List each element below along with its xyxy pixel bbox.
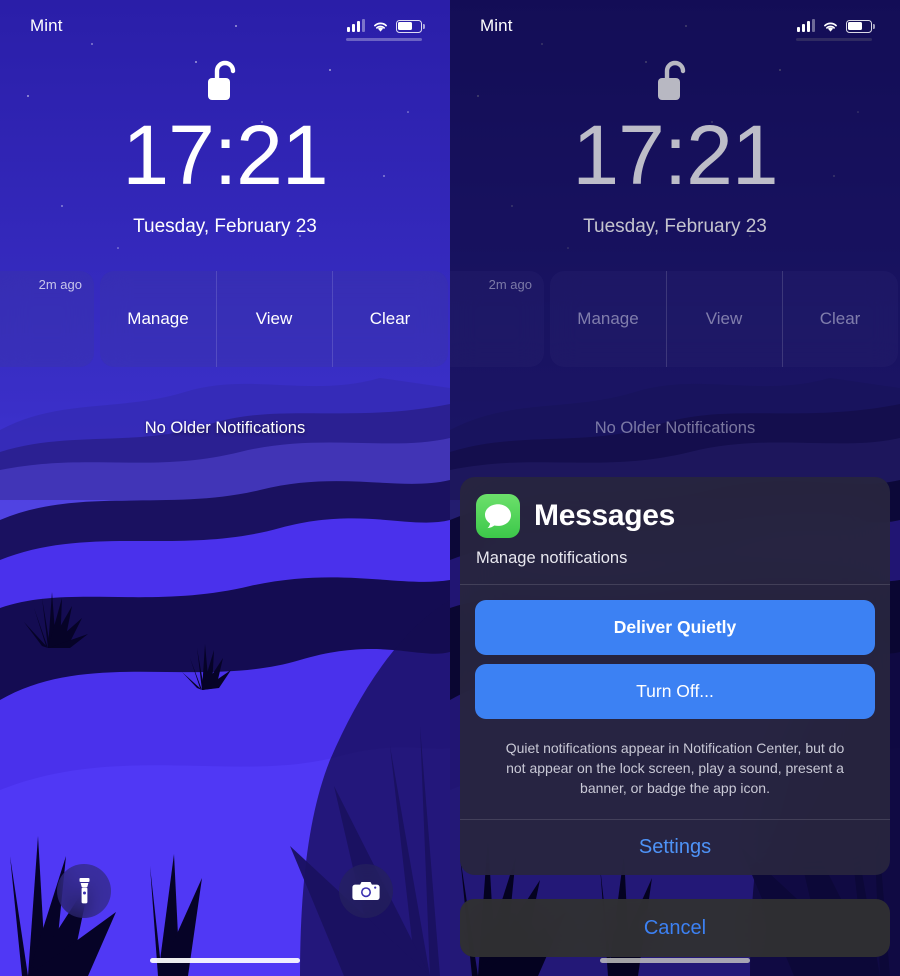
- cellular-signal-icon: [347, 19, 365, 32]
- unlocked-padlock-icon: [0, 58, 450, 106]
- clear-button[interactable]: Clear: [782, 271, 898, 367]
- view-button[interactable]: View: [216, 271, 332, 367]
- lock-screen-clock: 17:21: [122, 108, 328, 202]
- sheet-app-name: Messages: [534, 499, 676, 532]
- battery-icon: [846, 19, 875, 33]
- camera-icon: [352, 882, 380, 900]
- sheet-header: Messages Manage notifications: [460, 477, 890, 584]
- notification-card[interactable]: 2m ago: [450, 271, 544, 367]
- camera-button[interactable]: [339, 864, 393, 918]
- carrier-label: Mint: [480, 16, 513, 35]
- flashlight-button[interactable]: [57, 864, 111, 918]
- notification-actions-row: 2m ago Manage View Clear: [0, 271, 450, 367]
- battery-icon: [396, 19, 425, 33]
- manage-notifications-sheet: Messages Manage notifications Deliver Qu…: [460, 477, 890, 875]
- lock-screen-date: Tuesday, February 23: [133, 216, 317, 237]
- notification-action-buttons: Manage View Clear: [100, 271, 448, 367]
- home-indicator[interactable]: [150, 958, 300, 963]
- cellular-signal-icon: [797, 19, 815, 32]
- unlocked-padlock-icon: [450, 58, 900, 106]
- settings-link[interactable]: Settings: [460, 820, 890, 875]
- dual-phone-screenshot: Mint 17:21 Tuesday, February 23 2m ago M…: [0, 0, 900, 976]
- status-bar: Mint: [0, 0, 450, 52]
- phone-panel-left: Mint 17:21 Tuesday, February 23 2m ago M…: [0, 0, 450, 976]
- turn-off-button[interactable]: Turn Off...: [475, 664, 875, 719]
- carrier-label: Mint: [30, 16, 63, 35]
- notification-action-buttons: Manage View Clear: [550, 271, 898, 367]
- quick-actions: [0, 864, 450, 918]
- home-indicator[interactable]: [600, 958, 750, 963]
- notification-actions-row: 2m ago Manage View Clear: [450, 271, 900, 367]
- deliver-quietly-button[interactable]: Deliver Quietly: [475, 600, 875, 655]
- no-older-notifications-label: No Older Notifications: [144, 419, 306, 437]
- status-bar: Mint: [450, 0, 900, 52]
- sheet-body: Deliver Quietly Turn Off... Quiet notifi…: [460, 585, 890, 819]
- notification-timestamp: 2m ago: [488, 277, 532, 292]
- wifi-icon: [822, 20, 839, 33]
- phone-panel-right: Mint 17:21 Tuesday, February 23 2m ago M…: [450, 0, 900, 976]
- no-older-notifications-label: No Older Notifications: [594, 419, 756, 437]
- wifi-icon: [372, 20, 389, 33]
- status-icons: [347, 19, 425, 33]
- notification-card[interactable]: 2m ago: [0, 271, 94, 367]
- sheet-title-row: Messages: [476, 494, 874, 538]
- sheet-description: Quiet notifications appear in Notificati…: [505, 740, 845, 796]
- manage-button[interactable]: Manage: [100, 271, 216, 367]
- sheet-subtitle: Manage notifications: [476, 549, 628, 567]
- view-button[interactable]: View: [666, 271, 782, 367]
- lock-screen-date: Tuesday, February 23: [583, 216, 767, 237]
- clear-button[interactable]: Clear: [332, 271, 448, 367]
- lock-screen-clock: 17:21: [572, 108, 778, 202]
- messages-app-icon: [476, 494, 520, 538]
- status-icons: [797, 19, 875, 33]
- manage-button[interactable]: Manage: [550, 271, 666, 367]
- flashlight-icon: [79, 878, 89, 904]
- notification-timestamp: 2m ago: [38, 277, 82, 292]
- cancel-button[interactable]: Cancel: [460, 899, 890, 957]
